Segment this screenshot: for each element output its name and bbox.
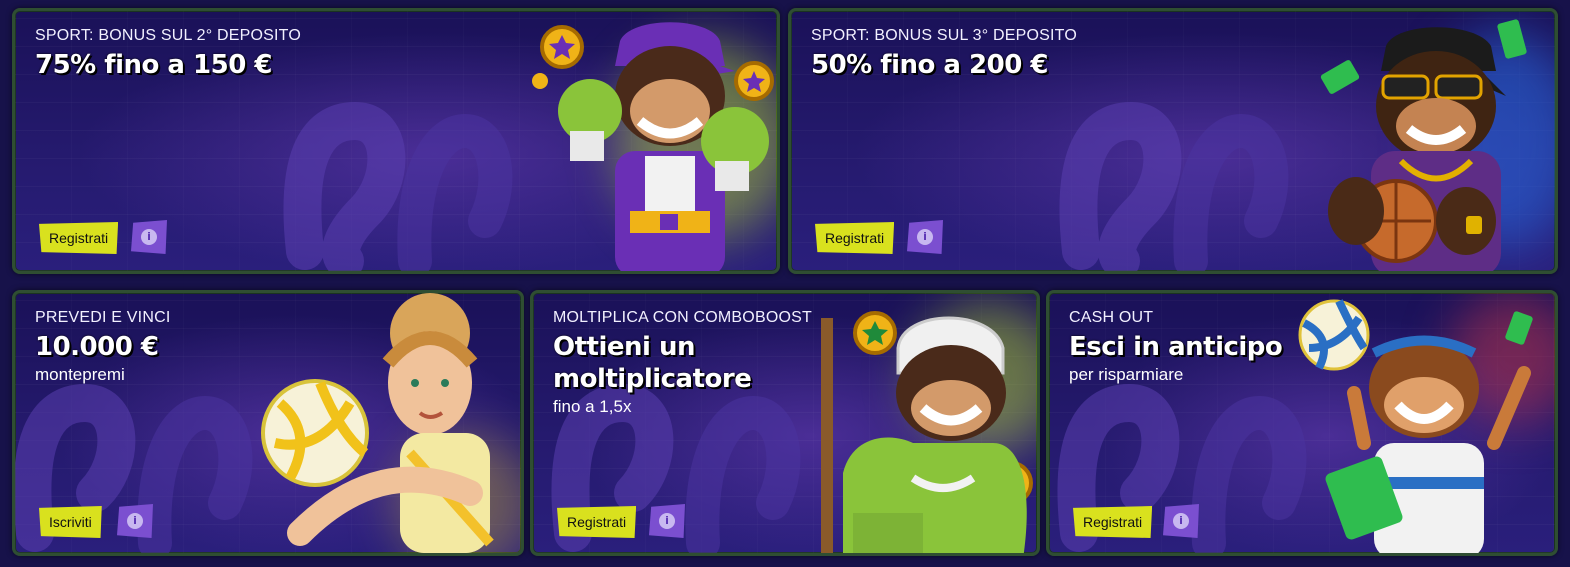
promo-caption: fino a 1,5x <box>553 397 632 416</box>
promo-caption: per risparmiare <box>1069 365 1184 384</box>
promo-card-deposit-2[interactable]: SPORT: BONUS SUL 2° DEPOSITO 75% fino a … <box>12 8 780 274</box>
promo-caption: montepremi <box>35 365 125 384</box>
signup-button[interactable]: Iscriviti <box>39 506 102 538</box>
promo-headline: 75% fino a 150 € <box>35 50 272 80</box>
info-icon: i <box>1173 513 1189 529</box>
register-button[interactable]: Registrati <box>1073 506 1153 538</box>
promo-subtitle: SPORT: BONUS SUL 2° DEPOSITO <box>35 27 301 44</box>
promo-subtitle: SPORT: BONUS SUL 3° DEPOSITO <box>811 27 1077 44</box>
info-icon: i <box>659 513 675 529</box>
info-icon: i <box>917 229 933 245</box>
register-button[interactable]: Registrati <box>39 222 119 254</box>
register-button[interactable]: Registrati <box>815 222 895 254</box>
info-icon: i <box>127 513 143 529</box>
cashout-gorilla-illustration <box>1298 299 1533 553</box>
promo-headline: 10.000 € <box>35 332 159 362</box>
promo-headline: 50% fino a 200 € <box>811 50 1048 80</box>
info-icon: i <box>141 229 157 245</box>
info-button[interactable]: i <box>131 220 167 254</box>
promo-subtitle: CASH OUT <box>1069 309 1154 326</box>
info-button[interactable]: i <box>649 504 685 538</box>
promo-card-cash-out[interactable]: CASH OUT Esci in anticipo per risparmiar… <box>1046 290 1558 556</box>
promo-headline-line1: Ottieni un <box>553 332 695 362</box>
promo-card-deposit-3[interactable]: SPORT: BONUS SUL 3° DEPOSITO 50% fino a … <box>788 8 1558 274</box>
boxing-gorilla-illustration <box>532 22 774 271</box>
info-button[interactable]: i <box>907 220 943 254</box>
hockey-gorilla-illustration <box>821 311 1033 553</box>
volleyball-player-illustration <box>261 293 494 553</box>
promo-card-comboboost[interactable]: MOLTIPLICA CON COMBOBOOST Ottieni un mol… <box>530 290 1040 556</box>
info-button[interactable]: i <box>1163 504 1199 538</box>
promo-headline-line2: moltiplicatore <box>553 364 752 394</box>
register-button[interactable]: Registrati <box>557 506 637 538</box>
basketball-gorilla-illustration <box>1320 19 1527 271</box>
promo-card-predict-win[interactable]: PREVEDI E VINCI 10.000 € montepremi Iscr… <box>12 290 524 556</box>
promo-headline: Esci in anticipo <box>1069 332 1283 362</box>
promo-subtitle: PREVEDI E VINCI <box>35 309 171 326</box>
info-button[interactable]: i <box>117 504 153 538</box>
promo-subtitle: MOLTIPLICA CON COMBOBOOST <box>553 309 812 326</box>
